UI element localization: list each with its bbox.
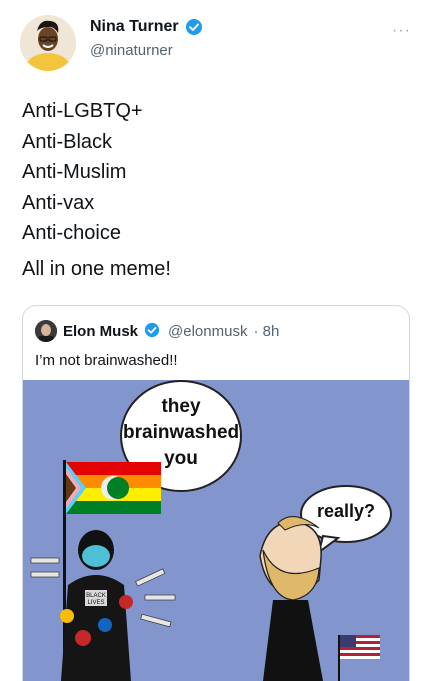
more-options-icon[interactable]: ··· [392, 22, 411, 40]
author-name-row[interactable]: Nina Turner [90, 18, 203, 36]
left-bubble-line: you [164, 448, 198, 469]
verified-badge-icon [185, 18, 203, 36]
patch-text-line: BLACK [86, 593, 106, 599]
tweet-line: Anti-Black [22, 130, 113, 153]
tweet-line: Anti-choice [22, 222, 121, 244]
author-avatar[interactable] [20, 15, 76, 71]
tweet-line: Anti-vax [22, 191, 95, 214]
tweet-line: Anti-LGBTQ+ [22, 100, 143, 122]
tweet-line: Anti-Muslim [22, 161, 127, 183]
quoted-header: Elon Musk @elonmusk · 8h [35, 320, 279, 342]
quoted-name[interactable]: Elon Musk [63, 323, 138, 340]
left-bubble-line: they [161, 396, 201, 417]
tweet-tail: All in one meme! [22, 258, 171, 280]
quoted-tweet-card[interactable]: Elon Musk @elonmusk · 8h I’m not brainwa… [22, 305, 410, 681]
patch-text-line: LIVES [87, 600, 104, 606]
quoted-avatar[interactable] [35, 320, 57, 342]
left-bubble-line: brainwashed [123, 422, 240, 443]
quoted-handle[interactable]: @elonmusk [168, 323, 247, 340]
author-handle[interactable]: @ninaturner [90, 42, 173, 59]
tweet-text: Anti-LGBTQ+ Anti-Black Anti-Muslim Anti-… [22, 96, 143, 249]
tweet-header: Nina Turner @ninaturner ··· [0, 0, 429, 80]
meme-image[interactable]: BLACK LIVES they brainwashed you really? [23, 380, 409, 681]
right-bubble-text: really? [316, 501, 376, 521]
quoted-time[interactable]: · 8h [253, 323, 279, 340]
left-bubble-text: they brainwashed you [123, 394, 239, 472]
quoted-text: I’m not brainwashed!! [35, 352, 178, 369]
quoted-verified-icon [144, 322, 162, 340]
author-name[interactable]: Nina Turner [90, 18, 179, 36]
